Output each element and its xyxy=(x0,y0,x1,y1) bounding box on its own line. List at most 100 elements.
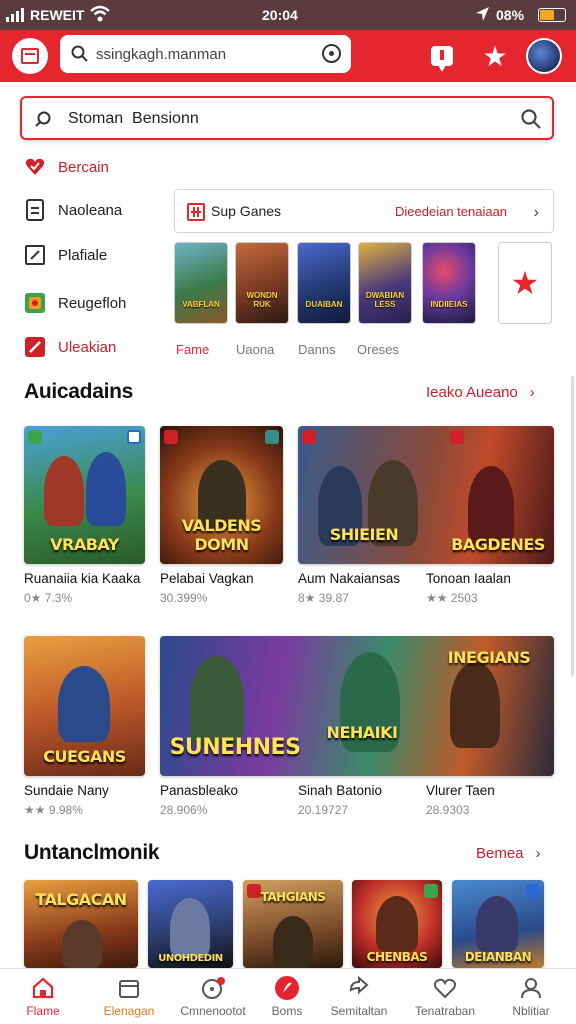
avatar[interactable] xyxy=(526,38,562,74)
game-thumbnail[interactable]: DWABIAN LESS xyxy=(358,242,412,324)
header-search-input[interactable] xyxy=(96,44,306,64)
game-thumbnail[interactable]: DUAIBAN xyxy=(297,242,351,324)
badge-icon xyxy=(526,884,540,898)
card-title: SHIEIEN xyxy=(329,525,399,544)
game-name[interactable]: Vlurer Taen xyxy=(426,783,495,798)
badge-icon xyxy=(424,884,438,898)
main-search-bar[interactable] xyxy=(20,96,554,140)
game-thumbnail[interactable]: VABFLAN xyxy=(174,242,228,324)
game-card-wide[interactable]: SHIEIEN BAGDENES xyxy=(298,426,554,564)
game-thumbnail[interactable]: WONDN RUK xyxy=(235,242,289,324)
section-see-all-link[interactable]: Bemea › xyxy=(476,845,541,862)
game-card[interactable]: VALDENS DOMN xyxy=(160,426,283,564)
card-title: VALDENS DOMN xyxy=(181,516,262,554)
nav-tab-tenatraban[interactable]: Tenatraban xyxy=(404,975,486,1018)
category-tab-oreses[interactable]: Oreses xyxy=(357,342,399,357)
favorites-star-icon[interactable]: ★ xyxy=(477,38,513,74)
game-card[interactable]: TAHGIANS xyxy=(243,880,343,968)
main-search-input[interactable] xyxy=(68,108,368,130)
see-all-label: Bemea xyxy=(476,845,524,862)
thumbnail-title: DWABIAN LESS xyxy=(365,291,405,309)
clock: 20:04 xyxy=(262,7,298,23)
game-card[interactable]: CHENBAS xyxy=(352,880,442,968)
game-rating: 0★ 7.3% xyxy=(24,591,73,605)
card-title: TAHGIANS xyxy=(260,890,326,904)
category-tab-uaona[interactable]: Uaona xyxy=(236,342,274,357)
menu-item-bercain[interactable]: Bercain xyxy=(24,153,109,181)
game-name[interactable]: Pelabai Vagkan xyxy=(160,571,254,586)
share-icon xyxy=(318,975,400,1001)
search-submit-icon[interactable] xyxy=(520,108,542,130)
nav-tab-flame[interactable]: Flame xyxy=(2,975,84,1018)
game-name[interactable]: Sinah Batonio xyxy=(298,783,382,798)
game-name[interactable]: Tonoan Iaalan xyxy=(426,571,511,586)
game-card-wide[interactable]: SUNEHNES NEHAIKI INEGIANS xyxy=(160,636,554,776)
heart-check-icon xyxy=(24,156,46,178)
section-see-all-link[interactable]: Ieako Aueano › xyxy=(426,384,535,401)
game-rating: 30.399% xyxy=(160,591,208,605)
game-card[interactable]: DEIANBAN xyxy=(452,880,544,968)
game-card[interactable]: VRABAY xyxy=(24,426,145,564)
app-header: ★ xyxy=(0,30,576,82)
app-screen: REWEIT 20:04 08% ★ Bercain Naoleana Plaf… xyxy=(0,0,576,1024)
app-logo[interactable] xyxy=(12,38,48,74)
nav-tab-boms[interactable]: Boms xyxy=(246,975,328,1018)
card-title: SUNEHNES xyxy=(169,735,301,760)
box-icon xyxy=(88,975,170,1001)
game-name[interactable]: Ruanaiia kia Kaaka xyxy=(24,571,140,586)
thumbnail-title: VABFLAN xyxy=(182,300,220,309)
game-name[interactable]: Panasbleako xyxy=(160,783,238,798)
nav-label: Semitaltan xyxy=(330,1004,388,1018)
card-title: TALGACAN xyxy=(35,890,127,909)
more-games-star-icon[interactable]: ★ xyxy=(498,242,552,324)
nav-tab-elenagan[interactable]: Elenagan xyxy=(88,975,170,1018)
game-card[interactable]: CUEGANS xyxy=(24,636,145,776)
game-rating: 20.19727 xyxy=(298,803,349,817)
edit-icon xyxy=(24,244,46,266)
notification-button[interactable] xyxy=(424,38,460,74)
menu-item-label: Uleakian xyxy=(58,338,117,356)
category-tab-fame[interactable]: Fame xyxy=(176,342,209,357)
store-icon xyxy=(21,48,39,64)
grid-icon xyxy=(187,203,205,221)
chevron-right-icon: › xyxy=(535,845,541,862)
game-name[interactable]: Sundaie Nany xyxy=(24,783,109,798)
menu-item-reugefloh[interactable]: Reugefloh xyxy=(24,289,126,317)
tab-card-link[interactable]: Dieedeian tenaiaan xyxy=(395,204,507,219)
thumbnail-title: INDIIEIAS xyxy=(430,300,468,309)
puzzle-icon xyxy=(24,292,46,314)
game-card[interactable]: UNOHDEDIN xyxy=(148,880,233,968)
battery-icon xyxy=(538,8,566,22)
section-title: Untanclmonik xyxy=(24,841,160,864)
game-card[interactable]: TALGACAN xyxy=(24,880,138,968)
nav-tab-cmnenootot[interactable]: Cmnenootot xyxy=(172,975,254,1018)
game-rating: 28.906% xyxy=(160,803,208,817)
menu-item-label: Naoleana xyxy=(58,201,123,219)
carrier-label: REWEIT xyxy=(30,7,85,23)
scrollbar[interactable] xyxy=(571,376,574,676)
game-thumbnail[interactable]: INDIIEIAS xyxy=(422,242,476,324)
fire-icon xyxy=(246,975,328,1001)
nav-label: Tenatraban xyxy=(414,1004,476,1018)
category-tab-danns[interactable]: Danns xyxy=(298,342,336,357)
menu-item-uleakian[interactable]: Uleakian xyxy=(24,333,116,361)
card-title: DEIANBAN xyxy=(464,950,532,964)
nav-tab-semitaltan[interactable]: Semitaltan xyxy=(318,975,400,1018)
search-icon xyxy=(71,45,88,62)
menu-item-naoleana[interactable]: Naoleana xyxy=(24,196,122,224)
top-games-card[interactable]: Sup Ganes Dieedeian tenaiaan › xyxy=(174,189,554,233)
battery-percent: 08% xyxy=(496,7,525,23)
header-search-bar[interactable] xyxy=(60,35,351,73)
tab-card-label: Sup Ganes xyxy=(211,203,282,219)
voice-search-icon[interactable] xyxy=(322,44,341,63)
chevron-right-icon[interactable]: › xyxy=(534,204,539,222)
game-name[interactable]: Aum Nakaiansas xyxy=(298,571,400,586)
nav-label: Cmnenootot xyxy=(180,1004,246,1018)
badge-icon xyxy=(302,430,316,444)
card-title: VRABAY xyxy=(50,535,119,554)
nav-label: Boms xyxy=(271,1004,303,1018)
menu-item-plafiale[interactable]: Plafiale xyxy=(24,241,107,269)
nav-tab-nblitiar[interactable]: Nblitiar xyxy=(490,975,572,1018)
thumbnail-title: DUAIBAN xyxy=(305,300,343,309)
menu-item-label: Bercain xyxy=(58,158,109,176)
